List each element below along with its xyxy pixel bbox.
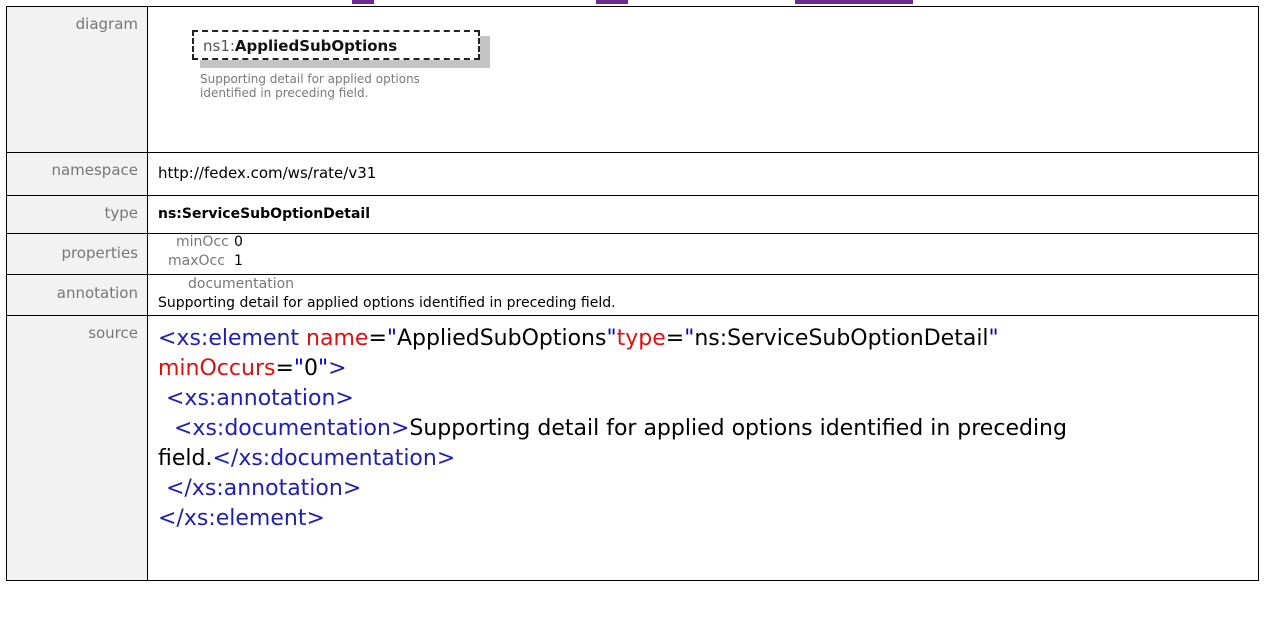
source-line-4: <xs:documentation>Supporting detail for … bbox=[174, 416, 1067, 441]
properties-table: minOcc 0 maxOcc 1 bbox=[148, 234, 1258, 274]
annotation-row: annotation documentation Supporting deta… bbox=[6, 274, 1259, 316]
source-label: source bbox=[6, 315, 148, 581]
top-link-underline bbox=[0, 0, 1266, 4]
source-line-1: <xs:element name="AppliedSubOptions"type… bbox=[158, 326, 999, 351]
namespace-row: namespace http://fedex.com/ws/rate/v31 bbox=[6, 152, 1259, 196]
max-occurs-label: maxOcc bbox=[168, 253, 225, 269]
diagram-label: diagram bbox=[6, 6, 148, 153]
type-label: type bbox=[6, 195, 148, 234]
annotation-label: annotation bbox=[6, 274, 148, 316]
properties-row: properties minOcc 0 maxOcc 1 bbox=[6, 233, 1259, 275]
namespace-value: http://fedex.com/ws/rate/v31 bbox=[158, 164, 377, 182]
source-row: source <xs:element name="AppliedSubOptio… bbox=[6, 315, 1259, 581]
element-doc-table: diagram ns1:AppliedSubOptions Supporting… bbox=[6, 6, 1259, 581]
diagram-element-prefix: ns1: bbox=[203, 37, 235, 55]
diagram-element[interactable]: ns1:AppliedSubOptions bbox=[192, 30, 480, 60]
source-code: <xs:element name="AppliedSubOptions"type… bbox=[158, 316, 1258, 534]
documentation-label: documentation bbox=[188, 276, 295, 292]
diagram-row: diagram ns1:AppliedSubOptions Supporting… bbox=[6, 6, 1259, 153]
diagram-doc-text: Supporting detail for applied options id… bbox=[200, 72, 420, 100]
diagram-element-name: AppliedSubOptions bbox=[234, 37, 398, 55]
source-line-2: minOccurs="0"> bbox=[158, 356, 347, 381]
properties-label: properties bbox=[6, 233, 148, 275]
max-occurs-value: 1 bbox=[234, 253, 243, 269]
min-occurs-label: minOcc bbox=[176, 234, 229, 250]
min-occurs-value: 0 bbox=[234, 234, 243, 250]
documentation-text: Supporting detail for applied options id… bbox=[158, 295, 616, 311]
diagram-cell: ns1:AppliedSubOptions Supporting detail … bbox=[147, 6, 1259, 153]
namespace-label: namespace bbox=[6, 152, 148, 196]
diagram-element-box[interactable]: ns1:AppliedSubOptions bbox=[192, 30, 490, 68]
source-line-7: </xs:element> bbox=[158, 506, 325, 531]
source-line-5: field.</xs:documentation> bbox=[158, 446, 456, 471]
type-value-link[interactable]: ns:ServiceSubOptionDetail bbox=[158, 196, 1258, 222]
type-row: type ns:ServiceSubOptionDetail bbox=[6, 195, 1259, 234]
source-line-3: <xs:annotation> bbox=[166, 386, 354, 411]
source-line-6: </xs:annotation> bbox=[166, 476, 362, 501]
